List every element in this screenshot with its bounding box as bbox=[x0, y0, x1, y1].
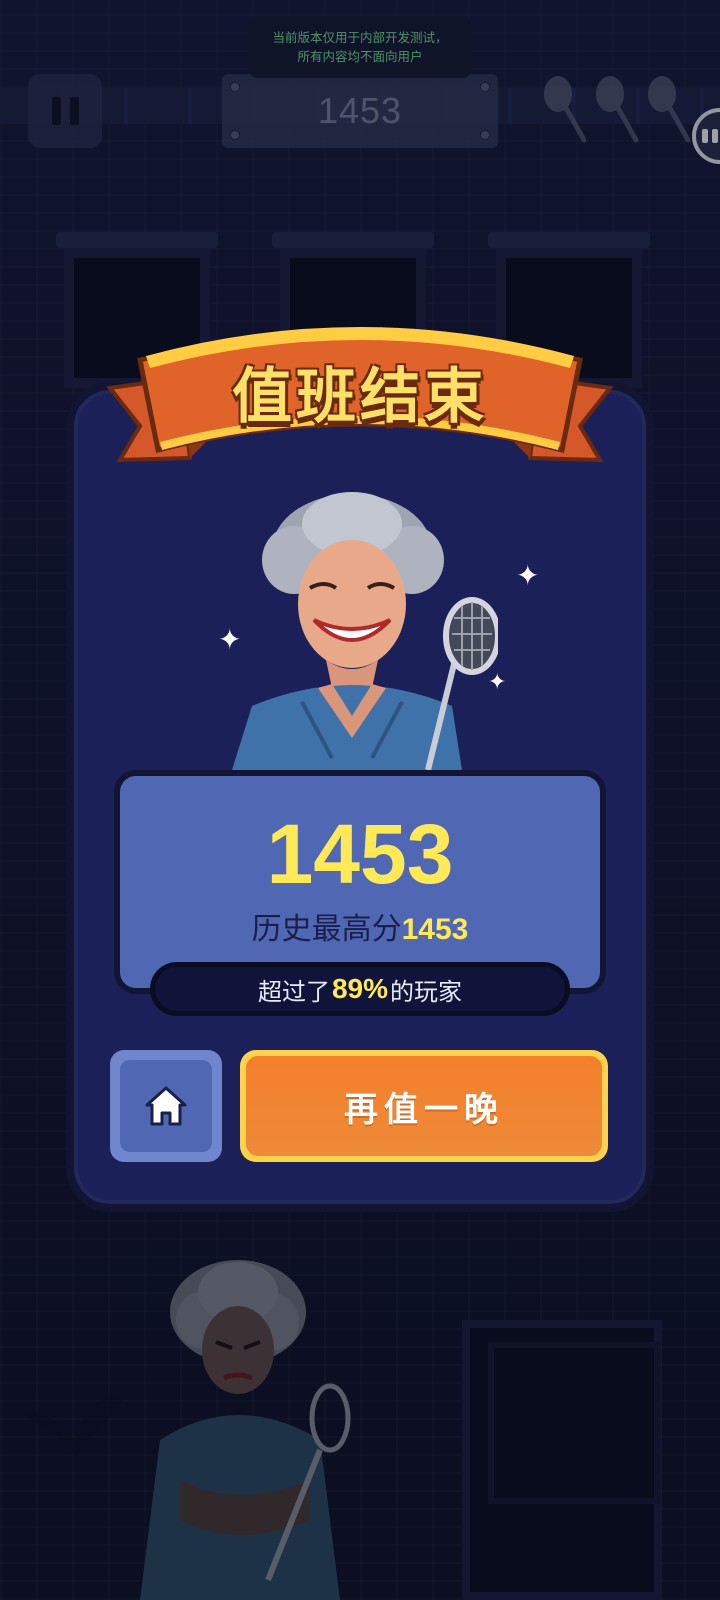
percentile-pill: 超过了 89% 的玩家 bbox=[150, 962, 570, 1016]
result-title: 值班结束 bbox=[232, 362, 488, 432]
play-again-label: 再值一晚 bbox=[246, 1056, 602, 1156]
sparkle-icon: ✦ bbox=[218, 623, 242, 656]
home-button[interactable] bbox=[110, 1050, 222, 1162]
best-score-value: 1453 bbox=[401, 913, 469, 946]
percentile-value: 89% bbox=[331, 973, 389, 1004]
percentile-suffix: 的玩家 bbox=[390, 977, 463, 1006]
grandma-happy-character bbox=[232, 492, 498, 770]
score-box: 1453 历史最高分1453 bbox=[114, 770, 606, 994]
title-ribbon: 值班结束 bbox=[100, 318, 620, 480]
sparkle-icon: ✦ bbox=[488, 670, 507, 695]
best-score-label: 历史最高分 bbox=[251, 912, 402, 947]
home-icon bbox=[145, 1086, 187, 1126]
home-button-face bbox=[120, 1060, 212, 1152]
final-score: 1453 bbox=[266, 807, 454, 901]
play-again-button[interactable]: 再值一晚 bbox=[240, 1050, 608, 1162]
percentile-prefix: 超过了 bbox=[257, 977, 330, 1006]
sparkle-icon: ✦ bbox=[516, 559, 540, 592]
best-score-line: 历史最高分1453 bbox=[120, 904, 600, 948]
